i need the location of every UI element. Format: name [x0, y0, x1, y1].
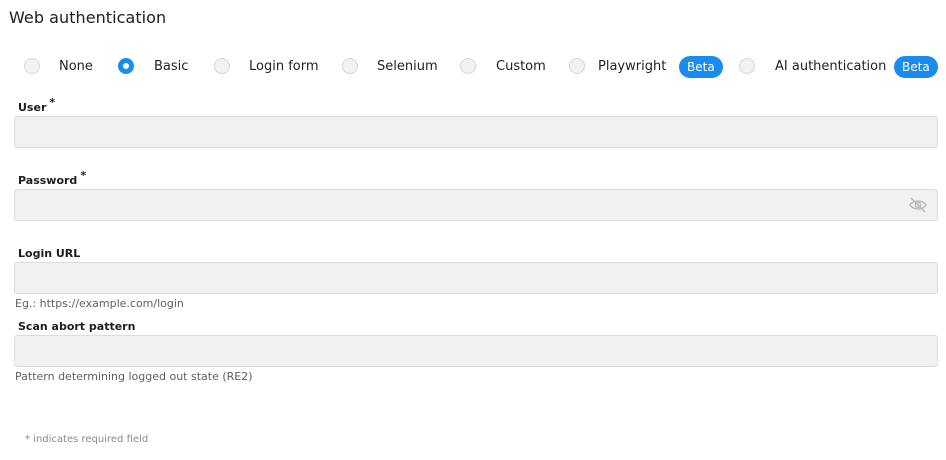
scan-abort-pattern-helper: Pattern determining logged out state (RE…: [15, 370, 253, 383]
playwright-beta-badge: Beta: [679, 56, 723, 78]
scan-abort-pattern-label: Scan abort pattern: [18, 320, 136, 333]
password-label: Password *: [18, 169, 86, 187]
radio-label-login-form[interactable]: Login form: [249, 59, 319, 74]
login-url-label: Login URL: [18, 247, 81, 260]
radio-label-ai-authentication[interactable]: AI authentication: [775, 59, 886, 74]
required-mark: *: [80, 169, 87, 182]
user-input[interactable]: [14, 116, 938, 148]
radio-label-selenium[interactable]: Selenium: [377, 59, 438, 74]
page-title: Web authentication: [9, 8, 167, 27]
radio-label-none[interactable]: None: [59, 59, 93, 74]
login-url-input[interactable]: [14, 262, 938, 294]
radio-custom[interactable]: [460, 58, 476, 74]
radio-label-playwright[interactable]: Playwright: [598, 59, 666, 74]
password-label-text: Password: [18, 174, 78, 187]
radio-none[interactable]: [24, 58, 40, 74]
radio-ai-authentication[interactable]: [739, 58, 755, 74]
password-input[interactable]: [14, 189, 938, 221]
login-url-helper: Eg.: https://example.com/login: [15, 297, 184, 310]
auth-method-radio-group: None Basic Login form Selenium Custom Pl…: [0, 56, 946, 78]
radio-label-custom[interactable]: Custom: [496, 59, 546, 74]
user-label-text: User: [18, 101, 47, 114]
ai-authentication-beta-badge: Beta: [894, 56, 938, 78]
radio-playwright[interactable]: [569, 58, 585, 74]
required-mark: *: [49, 96, 56, 109]
radio-login-form[interactable]: [214, 58, 230, 74]
radio-selenium[interactable]: [342, 58, 358, 74]
eye-off-icon[interactable]: [908, 195, 928, 215]
radio-basic[interactable]: [118, 58, 134, 74]
required-field-footnote: * indicates required field: [25, 434, 149, 445]
radio-label-basic[interactable]: Basic: [154, 59, 188, 74]
user-label: User *: [18, 96, 55, 114]
scan-abort-pattern-input[interactable]: [14, 335, 938, 367]
